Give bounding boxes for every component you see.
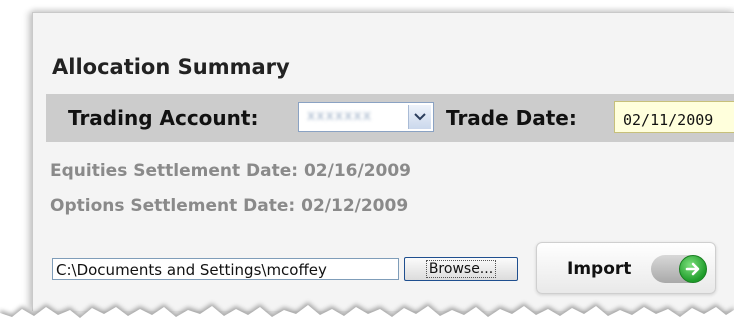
file-path-input[interactable] bbox=[52, 258, 399, 280]
import-button-label: Import bbox=[567, 259, 632, 279]
browse-button[interactable]: Browse... bbox=[404, 257, 518, 281]
equities-settlement-date: Equities Settlement Date: 02/16/2009 bbox=[50, 161, 412, 181]
browse-button-label: Browse... bbox=[425, 260, 497, 278]
trading-account-value: xxxxxxx bbox=[307, 108, 372, 124]
chevron-down-icon[interactable] bbox=[408, 105, 431, 129]
trading-account-select[interactable]: xxxxxxx bbox=[298, 102, 434, 132]
torn-edge bbox=[0, 302, 734, 335]
trading-account-label: Trading Account: bbox=[68, 106, 259, 130]
trade-date-input[interactable] bbox=[614, 101, 734, 133]
page-title: Allocation Summary bbox=[52, 55, 290, 79]
import-toggle[interactable] bbox=[651, 255, 707, 283]
options-settlement-date: Options Settlement Date: 02/12/2009 bbox=[50, 196, 409, 216]
trade-date-label: Trade Date: bbox=[446, 106, 577, 130]
arrow-right-icon bbox=[679, 255, 707, 283]
